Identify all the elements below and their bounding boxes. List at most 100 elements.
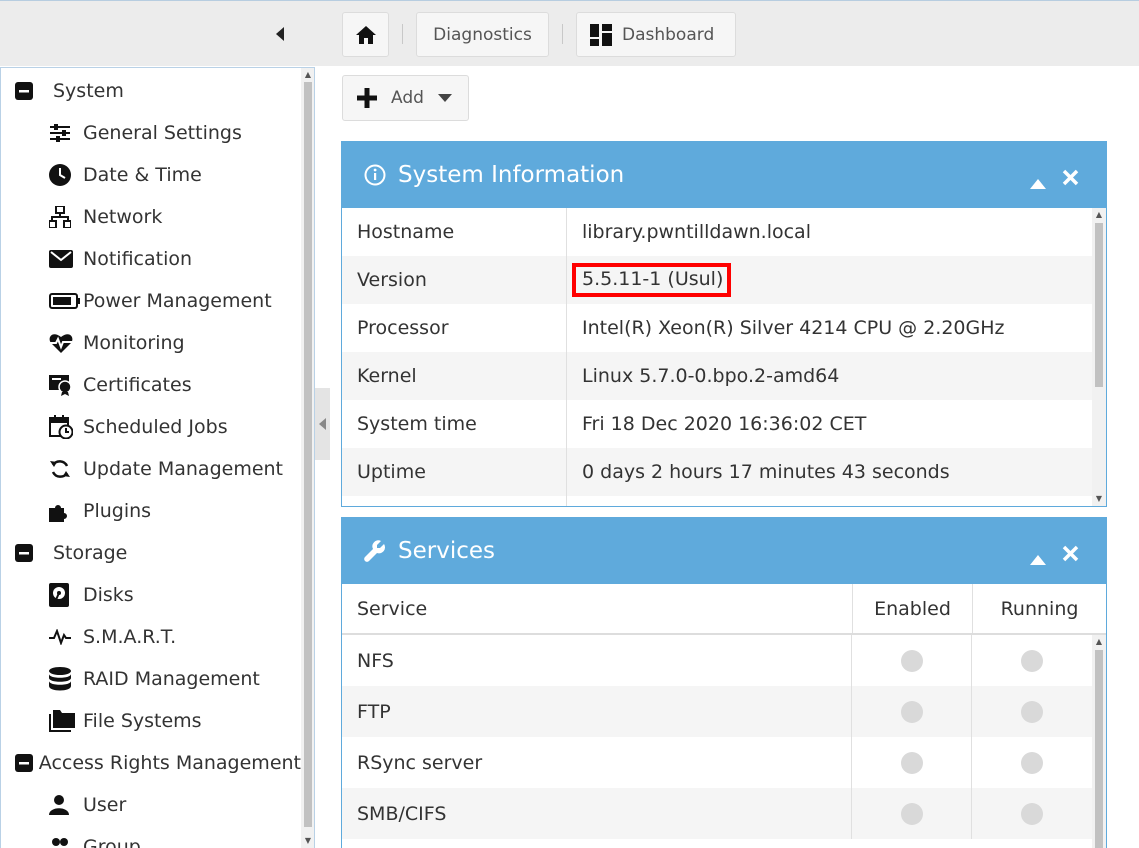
sidebar-item-label: User [83,794,127,816]
row-value: 5.5.11-1 (Usul) [567,256,732,304]
scroll-up-arrow-icon[interactable]: ▲ [1092,637,1106,646]
folders-icon [49,710,83,732]
certificate-icon [49,374,83,396]
collapse-minus-icon [15,544,53,562]
sidebar-item-smart[interactable]: S.M.A.R.T. [1,616,301,658]
sidebar-item-notification[interactable]: Notification [1,238,301,280]
collapse-minus-icon [15,754,39,772]
panel-scrollbar-thumb[interactable] [1095,650,1103,848]
sidebar-item-scheduled-jobs[interactable]: Scheduled Jobs [1,406,301,448]
sidebar-item-disks[interactable]: Disks [1,574,301,616]
sidebar-item-date-time[interactable]: Date & Time [1,154,301,196]
sidebar-item-certificates[interactable]: Certificates [1,364,301,406]
sidebar-item-label: Network [83,206,163,228]
sidebar-group-access-rights[interactable]: Access Rights Management [1,742,301,784]
close-panel-button[interactable] [1062,166,1079,192]
enabled-status-indicator [900,802,923,825]
toolbar-separator [562,24,563,44]
clock-icon [49,164,83,186]
services-panel: Services Service Enabled Running NFS FTP… [341,517,1107,848]
caret-left-icon [276,27,284,41]
table-row: System time Fri 18 Dec 2020 16:36:02 CET [342,400,1092,448]
panel-scrollbar-thumb[interactable] [1095,223,1103,387]
row-value: Intel(R) Xeon(R) Silver 4214 CPU @ 2.20G… [582,317,1005,339]
sidebar-item-raid-management[interactable]: RAID Management [1,658,301,700]
scroll-up-arrow-icon[interactable]: ▲ [304,70,312,79]
network-icon [49,206,83,228]
enabled-status-indicator [900,751,923,774]
add-widget-button[interactable]: Add [342,75,469,121]
dashboard-icon [590,23,612,46]
home-button[interactable] [342,12,389,57]
sidebar-item-user[interactable]: User [1,784,301,826]
sidebar-splitter-handle[interactable] [315,388,330,460]
table-row: RSync server [342,737,1092,788]
database-icon [49,667,83,691]
sidebar-item-plugins[interactable]: Plugins [1,490,301,532]
row-value: 0 days 2 hours 17 minutes 43 seconds [582,461,950,483]
user-icon [49,795,83,815]
sidebar-item-power-management[interactable]: Power Management [1,280,301,322]
table-row: Processor Intel(R) Xeon(R) Silver 4214 C… [342,304,1092,352]
sidebar-collapse-button[interactable] [266,21,296,47]
sidebar-item-general-settings[interactable]: General Settings [1,112,301,154]
sidebar-item-label: Update Management [83,458,284,480]
add-label: Add [391,88,424,108]
sidebar-group-system[interactable]: System [1,70,301,112]
sidebar-group-label: Access Rights Management [38,752,301,774]
panel-scrollbar[interactable]: ▲ ▼ [1092,208,1106,506]
row-key: Version [342,256,567,304]
scroll-down-arrow-icon[interactable]: ▼ [304,836,312,845]
panel-scrollbar[interactable]: ▲ [1092,635,1106,848]
wrench-icon [364,540,386,562]
table-row: Hostname library.pwntilldawn.local [342,208,1092,256]
sidebar-item-file-systems[interactable]: File Systems [1,700,301,742]
breadcrumb-diagnostics[interactable]: Diagnostics [416,12,549,57]
version-highlight: 5.5.11-1 (Usul) [572,263,732,297]
heartbeat-icon [49,332,83,354]
caret-up-icon [1030,555,1046,565]
table-row: SMB/CIFS [342,788,1092,839]
plus-icon [357,88,377,108]
collapse-panel-button[interactable] [1030,169,1046,195]
sidebar-scrollbar-thumb[interactable] [304,82,312,827]
row-key: System time [342,400,567,448]
sidebar-item-network[interactable]: Network [1,196,301,238]
close-icon [1062,545,1079,562]
close-panel-button[interactable] [1062,542,1079,568]
sidebar-group-storage[interactable]: Storage [1,532,301,574]
sidebar-item-monitoring[interactable]: Monitoring [1,322,301,364]
scroll-up-arrow-icon[interactable]: ▲ [1092,210,1106,219]
table-row: Version 5.5.11-1 (Usul) [342,256,1092,304]
sidebar-item-label: General Settings [83,122,242,144]
service-name: NFS [342,635,853,686]
row-value: Fri 18 Dec 2020 16:36:02 CET [582,413,867,435]
refresh-icon [49,459,83,479]
toolbar-separator [402,24,403,44]
running-status-indicator [1021,751,1044,774]
enabled-status-indicator [900,649,923,672]
row-value: library.pwntilldawn.local [582,221,811,243]
sidebar-item-label: RAID Management [83,668,260,690]
sidebar-group-label: System [53,80,124,102]
table-row: NFS [342,635,1092,686]
sidebar-group-label: Storage [53,542,128,564]
column-header-service[interactable]: Service [342,584,853,633]
envelope-icon [49,250,83,268]
row-key: Hostname [342,208,567,256]
calendar-clock-icon [49,415,83,439]
service-name: FTP [342,686,853,737]
table-row: Kernel Linux 5.7.0-0.bpo.2-amd64 [342,352,1092,400]
close-icon [1062,169,1079,186]
panel-title: System Information [398,162,625,188]
sidebar-item-group[interactable]: Group [1,826,301,848]
collapse-panel-button[interactable] [1030,545,1046,571]
sidebar-item-update-management[interactable]: Update Management [1,448,301,490]
column-header-enabled[interactable]: Enabled [853,584,973,633]
table-row: FTP [342,686,1092,737]
panel-header: System Information [342,142,1106,208]
battery-icon [49,293,83,309]
scroll-down-arrow-icon[interactable]: ▼ [1092,494,1106,503]
breadcrumb-dashboard[interactable]: Dashboard [576,12,736,57]
column-header-running[interactable]: Running [973,584,1106,633]
